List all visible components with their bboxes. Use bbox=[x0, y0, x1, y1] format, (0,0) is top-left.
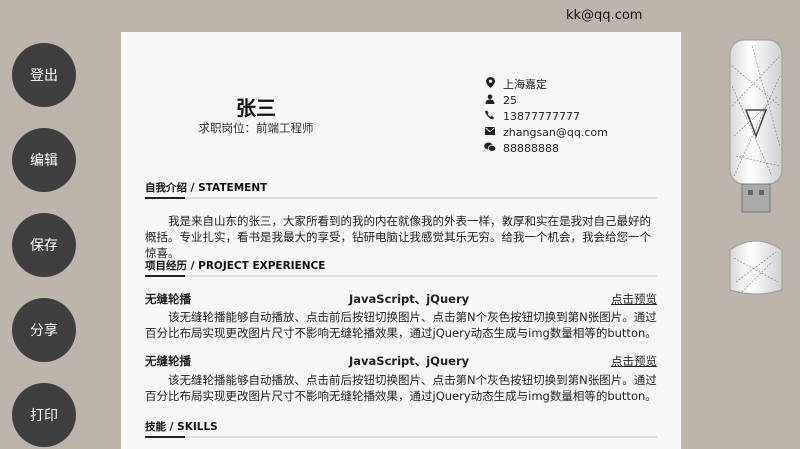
project-description: 该无缝轮播能够自动播放、点击前后按钮切换图片、点击第N个灰色按钮切换到第N张图片… bbox=[145, 373, 657, 403]
statement-text: 我是来自山东的张三，大家所看到的我的内在就像我的外表一样，敦厚和实在是我对自己最… bbox=[145, 214, 651, 260]
contact-location: 上海嘉定 bbox=[484, 76, 608, 92]
edit-button[interactable]: 编辑 bbox=[12, 128, 76, 192]
experience-title: 项目经历 / PROJECT EXPERIENCE bbox=[145, 260, 326, 272]
print-button[interactable]: 打印 bbox=[12, 383, 76, 447]
contact-phone: 13877777777 bbox=[484, 108, 608, 124]
project-tech: JavaScript、jQuery bbox=[349, 292, 470, 306]
project-preview-link[interactable]: 点击预览 bbox=[611, 291, 657, 307]
contact-wechat: 88888888 bbox=[484, 140, 608, 156]
statement-title: 自我介绍 / STATEMENT bbox=[145, 182, 268, 194]
contact-age: 25 bbox=[484, 92, 608, 108]
project-tech: JavaScript、jQuery bbox=[349, 354, 470, 368]
save-button[interactable]: 保存 bbox=[12, 213, 76, 277]
contact-info: 上海嘉定 25 13877777777 zhangsan@qq.com 8888… bbox=[484, 76, 608, 156]
resume-name: 张三 bbox=[236, 96, 276, 120]
section-divider bbox=[145, 436, 657, 438]
usb-drive-decoration bbox=[729, 39, 783, 295]
section-divider bbox=[145, 197, 657, 199]
envelope-icon bbox=[484, 126, 496, 138]
project-preview-link[interactable]: 点击预览 bbox=[611, 353, 657, 369]
skills-title: 技能 / SKILLS bbox=[145, 421, 218, 433]
project-header: 无缝轮播 JavaScript、jQuery 点击预览 bbox=[145, 291, 657, 307]
logout-button[interactable]: 登出 bbox=[12, 43, 76, 107]
section-divider bbox=[145, 275, 657, 277]
user-icon bbox=[484, 94, 496, 107]
phone-icon bbox=[484, 110, 496, 123]
user-email[interactable]: kk@qq.com bbox=[566, 8, 642, 23]
project-description: 该无缝轮播能够自动播放、点击前后按钮切换图片、点击第N个灰色按钮切换到第N张图片… bbox=[145, 310, 657, 340]
project-name: 无缝轮播 bbox=[145, 354, 191, 368]
resume-paper: 张三 求职岗位：前端工程师 上海嘉定 25 13877777777 zhangs… bbox=[121, 32, 681, 449]
share-button[interactable]: 分享 bbox=[12, 298, 76, 362]
wechat-icon bbox=[484, 142, 497, 155]
contact-email: zhangsan@qq.com bbox=[484, 124, 608, 140]
resume-position: 求职岗位：前端工程师 bbox=[198, 121, 314, 135]
map-pin-icon bbox=[484, 77, 496, 91]
project-name: 无缝轮播 bbox=[145, 292, 191, 306]
project-header: 无缝轮播 JavaScript、jQuery 点击预览 bbox=[145, 353, 657, 369]
